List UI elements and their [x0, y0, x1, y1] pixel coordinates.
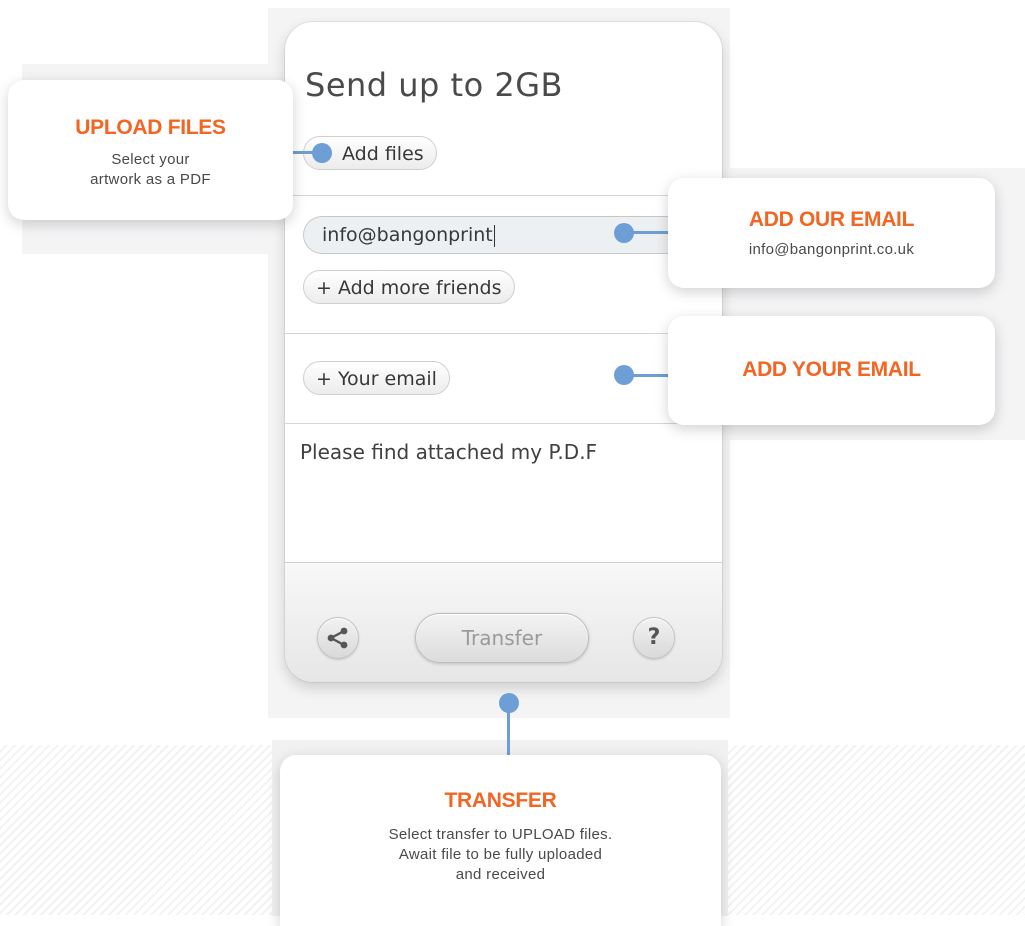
add-our-email-callout: ADD OUR EMAIL info@bangonprint.co.uk	[668, 178, 995, 288]
add-your-email-callout: ADD YOUR EMAIL	[668, 316, 995, 425]
share-icon	[327, 627, 348, 649]
widget-title: Send up to 2GB	[305, 66, 563, 104]
upload-files-body: Select your artwork as a PDF	[8, 150, 293, 190]
transfer-body-line: Select transfer to UPLOAD files.	[388, 826, 613, 843]
upload-connector-dot	[312, 143, 332, 163]
transfer-connector-line	[507, 703, 510, 755]
add-more-friends-label: + Add more friends	[316, 277, 502, 299]
recipient-email-value: info@bangonprint	[322, 224, 493, 246]
help-button[interactable]: ?	[633, 617, 675, 659]
your-email-connector-line	[624, 374, 672, 377]
text-caret	[493, 224, 495, 247]
divider	[285, 423, 722, 424]
upload-files-body-line: artwork as a PDF	[90, 171, 211, 188]
transfer-title: TRANSFER	[444, 789, 557, 812]
add-our-email-title: ADD OUR EMAIL	[748, 208, 915, 231]
transfer-body: Select transfer to UPLOAD files. Await f…	[280, 825, 721, 885]
add-your-email-title: ADD YOUR EMAIL	[742, 358, 921, 381]
help-icon: ?	[647, 625, 661, 650]
your-email-button[interactable]: + Your email	[303, 361, 450, 395]
message-textarea[interactable]: Please find attached my P.D.F	[300, 440, 597, 464]
your-email-label: + Your email	[316, 368, 437, 390]
upload-files-title: UPLOAD FILES	[75, 116, 226, 139]
share-button[interactable]	[317, 617, 359, 659]
recipient-email-field[interactable]: info@bangonprint	[303, 216, 722, 254]
upload-files-callout: UPLOAD FILES Select your artwork as a PD…	[8, 80, 293, 220]
transfer-body-line: Await file to be fully uploaded	[398, 846, 603, 863]
add-our-email-body: info@bangonprint.co.uk	[748, 241, 915, 258]
our-email-connector-line	[624, 231, 672, 234]
transfer-button[interactable]: Transfer	[415, 613, 589, 663]
transfer-body-line: and received	[455, 866, 546, 883]
widget-footer: Transfer ?	[285, 562, 722, 682]
add-files-label: Add files	[342, 143, 424, 165]
transfer-widget: Send up to 2GB Add files info@bangonprin…	[285, 22, 722, 682]
divider	[285, 195, 722, 196]
add-more-friends-button[interactable]: + Add more friends	[303, 270, 515, 304]
transfer-callout: TRANSFER Select transfer to UPLOAD files…	[280, 755, 721, 926]
upload-files-body-line: Select your	[111, 151, 190, 168]
divider	[285, 333, 722, 334]
